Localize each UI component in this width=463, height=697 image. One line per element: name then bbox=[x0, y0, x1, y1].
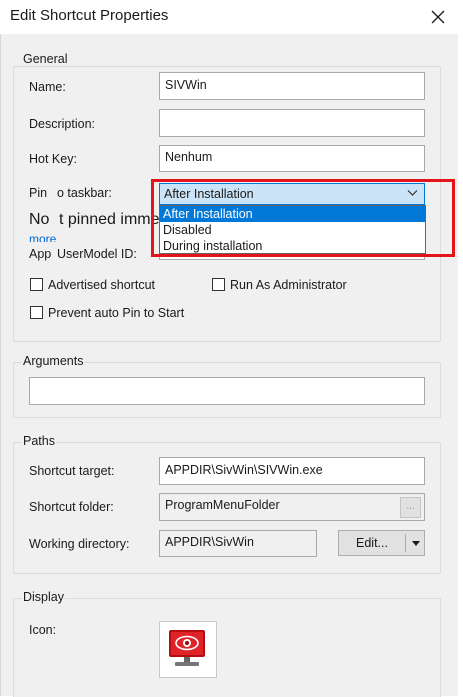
display-group bbox=[13, 598, 441, 697]
pin-label-end: o taskbar: bbox=[57, 186, 112, 200]
appusermodel-label-end: UserModel ID: bbox=[57, 247, 137, 261]
edit-button[interactable]: Edit... bbox=[339, 531, 405, 555]
advertised-shortcut-label: Advertised shortcut bbox=[48, 278, 155, 292]
edit-split-button[interactable]: Edit... bbox=[338, 530, 425, 556]
close-button[interactable] bbox=[421, 2, 455, 32]
icon-picker[interactable] bbox=[159, 621, 217, 678]
shortcut-target-field[interactable]: APPDIR\SivWin\SIVWin.exe bbox=[159, 457, 425, 485]
arguments-field[interactable] bbox=[29, 377, 425, 405]
pin-hint-start: No bbox=[29, 211, 50, 228]
appusermodel-label-start: App bbox=[29, 247, 52, 261]
title-bar: Edit Shortcut Properties bbox=[0, 0, 463, 34]
shortcut-folder-field: ProgramMenuFolder bbox=[159, 493, 425, 521]
arguments-group-title: Arguments bbox=[22, 354, 85, 368]
pin-label-start: Pin bbox=[29, 186, 48, 200]
name-field[interactable]: SIVWin bbox=[159, 72, 425, 100]
hotkey-label: Hot Key: bbox=[29, 152, 77, 166]
shortcut-folder-label: Shortcut folder: bbox=[29, 500, 114, 514]
description-field[interactable] bbox=[159, 109, 425, 137]
working-directory-label: Working directory: bbox=[29, 537, 130, 551]
run-as-admin-label: Run As Administrator bbox=[230, 278, 347, 292]
run-as-admin-checkbox[interactable] bbox=[212, 278, 225, 291]
working-directory-field: APPDIR\SivWin bbox=[159, 530, 317, 557]
hotkey-field[interactable]: Nenhum bbox=[159, 145, 425, 172]
prevent-pin-label: Prevent auto Pin to Start bbox=[48, 306, 185, 320]
display-group-title: Display bbox=[22, 590, 65, 604]
triangle-down-icon bbox=[412, 540, 420, 546]
name-label: Name: bbox=[29, 80, 66, 94]
shortcut-folder-browse-button[interactable]: ... bbox=[400, 497, 421, 518]
prevent-pin-checkbox[interactable] bbox=[30, 306, 43, 319]
close-icon bbox=[431, 10, 445, 24]
description-label: Description: bbox=[29, 117, 95, 131]
more-link[interactable]: more bbox=[29, 232, 56, 242]
advertised-shortcut-checkbox[interactable] bbox=[30, 278, 43, 291]
window-title: Edit Shortcut Properties bbox=[10, 7, 169, 24]
icon-label: Icon: bbox=[29, 623, 57, 637]
siv-app-icon bbox=[169, 630, 205, 666]
shortcut-target-label: Shortcut target: bbox=[29, 464, 115, 478]
split-divider bbox=[405, 534, 406, 552]
paths-group-title: Paths bbox=[22, 434, 56, 448]
general-group-title: General bbox=[22, 52, 69, 66]
edit-dropdown-arrow[interactable] bbox=[408, 531, 424, 555]
window-edge bbox=[458, 34, 463, 696]
annotation-highlight-box bbox=[151, 179, 455, 257]
